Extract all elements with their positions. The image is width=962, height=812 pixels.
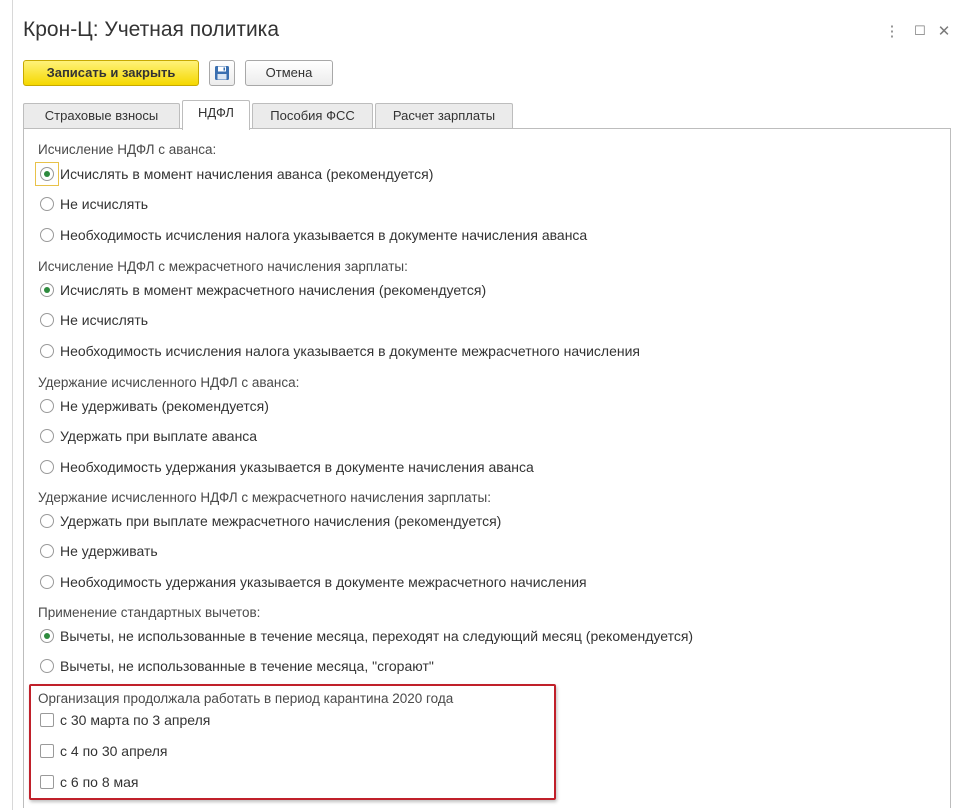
- tab-ndfl[interactable]: НДФЛ: [182, 100, 250, 130]
- advance-withhold-label: Удержание исчисленного НДФЛ с аванса:: [38, 375, 300, 390]
- option-label: Вычеты, не использованные в течение меся…: [60, 658, 434, 674]
- form-window: Крон-Ц: Учетная политика ⋮ ☐ ✕ Записать …: [12, 0, 961, 810]
- radio-button[interactable]: [40, 659, 54, 673]
- radio-button[interactable]: [40, 313, 54, 327]
- radio-button[interactable]: [40, 575, 54, 589]
- option-label: Не удерживать: [60, 543, 158, 559]
- radio-button[interactable]: [40, 228, 54, 242]
- option-label: Необходимость удержания указывается в до…: [60, 459, 534, 475]
- tab-payroll-calculation[interactable]: Расчет зарплаты: [375, 103, 513, 129]
- tab-fss-benefits[interactable]: Пособия ФСС: [252, 103, 373, 129]
- save-and-close-button[interactable]: Записать и закрыть: [23, 60, 199, 86]
- quarantine-highlight-frame: [29, 684, 556, 800]
- command-bar: Записать и закрыть Отмена: [23, 60, 623, 88]
- option-label: Удержать при выплате межрасчетного начис…: [60, 513, 502, 529]
- title-bar: Крон-Ц: Учетная политика ⋮ ☐ ✕: [23, 18, 953, 46]
- close-icon[interactable]: ✕: [935, 22, 953, 40]
- radio-button[interactable]: [40, 167, 54, 181]
- save-button[interactable]: [209, 60, 235, 86]
- radio-button[interactable]: [40, 544, 54, 558]
- tab-strip: Страховые взносы НДФЛ Пособия ФСС Расчет…: [23, 100, 953, 130]
- radio-button[interactable]: [40, 344, 54, 358]
- radio-button[interactable]: [40, 197, 54, 211]
- radio-button[interactable]: [40, 629, 54, 643]
- option-label: Вычеты, не использованные в течение меся…: [60, 628, 694, 644]
- radio-button[interactable]: [40, 460, 54, 474]
- standard-deductions-label: Применение стандартных вычетов:: [38, 605, 261, 620]
- option-label: Необходимость удержания указывается в до…: [60, 574, 587, 590]
- option-label: Удержать при выплате аванса: [60, 428, 258, 444]
- floppy-disk-icon: [215, 66, 229, 80]
- more-actions-icon[interactable]: ⋮: [883, 22, 901, 40]
- option-label: Исчислять в момент межрасчетного начисле…: [60, 282, 487, 298]
- interim-calc-label: Исчисление НДФЛ с межрасчетного начислен…: [38, 259, 408, 274]
- maximize-icon[interactable]: ☐: [911, 23, 929, 39]
- option-label: Исчислять в момент начисления аванса (ре…: [60, 166, 434, 182]
- advance-calc-label: Исчисление НДФЛ с аванса:: [38, 142, 217, 157]
- option-label: Необходимость исчисления налога указывае…: [60, 227, 588, 243]
- option-label: Не исчислять: [60, 196, 149, 212]
- interim-withhold-label: Удержание исчисленного НДФЛ с межрасчетн…: [38, 490, 491, 505]
- tab-insurance-contributions[interactable]: Страховые взносы: [23, 103, 180, 129]
- cancel-button[interactable]: Отмена: [245, 60, 333, 86]
- radio-button[interactable]: [40, 283, 54, 297]
- option-label: Не исчислять: [60, 312, 149, 328]
- radio-button[interactable]: [40, 429, 54, 443]
- radio-button[interactable]: [40, 514, 54, 528]
- window-title: Крон-Ц: Учетная политика: [23, 18, 279, 41]
- radio-button[interactable]: [40, 399, 54, 413]
- option-label: Не удерживать (рекомендуется): [60, 398, 269, 414]
- option-label: Необходимость исчисления налога указывае…: [60, 343, 641, 359]
